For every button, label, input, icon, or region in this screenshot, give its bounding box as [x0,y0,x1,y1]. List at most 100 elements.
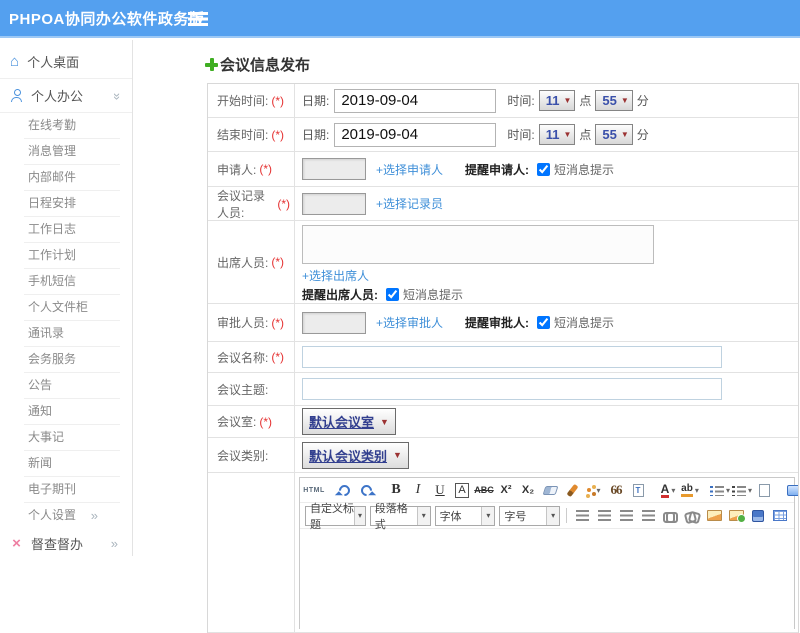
sidebar-item-supervise[interactable]: × 督查督办 » [0,529,132,557]
sms-label: 短消息提示 [554,161,614,178]
align-left-icon[interactable] [572,506,592,526]
sidebar-item-office[interactable]: 个人办公 » [0,79,132,113]
italic-icon[interactable]: I [408,480,428,500]
recorder-input[interactable] [302,193,366,215]
sidebar-subitem-5[interactable]: 工作计划 [24,243,120,269]
supervise-icon: × [10,536,23,551]
chevron-down-icon: ▼ [563,96,571,105]
hamburger-icon[interactable] [188,12,208,26]
required-mark: (*) [259,162,272,176]
required-mark: (*) [271,316,284,330]
sidebar-subitem-13[interactable]: 新闻 [24,451,120,477]
select-applicant-link[interactable]: +选择申请人 [376,161,443,178]
select-attendees-link[interactable]: +选择出席人 [302,269,369,283]
paste-plain-text-icon[interactable]: T [628,480,648,500]
form-row-meeting-subject: 会议主题: [208,373,798,406]
sidebar-item-settings[interactable]: 个人设置 » [24,503,120,529]
table-icon[interactable] [770,506,790,526]
sidebar-subitem-8[interactable]: 通讯录 [24,321,120,347]
start-date-input[interactable] [334,89,496,113]
heading-select[interactable]: 自定义标题▾ [305,506,366,526]
chevron-down-icon: ▼ [380,417,389,427]
fullscreen-icon[interactable] [784,480,798,500]
chevron-down-icon: ▾ [417,507,430,525]
date-label: 日期: [302,126,329,143]
font-color-icon[interactable]: A▾ [658,480,678,500]
start-minute-select[interactable]: 55▼ [595,90,632,111]
paragraph-format-select[interactable]: 段落格式▾ [370,506,431,526]
sidebar-subitem-10[interactable]: 公告 [24,373,120,399]
form-row-approver: 审批人员: (*) +选择审批人 提醒审批人: 短消息提示 [208,304,798,342]
sms-label: 短消息提示 [554,314,614,331]
editor-content-area[interactable] [300,529,794,629]
applicant-input[interactable] [302,158,366,180]
page-title: 会议信息发布 [220,54,310,75]
field-label: 申请人: [217,161,256,178]
attendees-sms-checkbox[interactable] [386,288,399,301]
undo-icon[interactable] [334,480,354,500]
required-mark: (*) [271,255,284,269]
unlink-icon[interactable] [682,506,702,526]
paintbrush-icon[interactable] [562,480,582,500]
end-date-input[interactable] [334,123,496,147]
sidebar-subitem-12[interactable]: 大事记 [24,425,120,451]
chevron-down-icon: ▾ [546,507,559,525]
start-hour-select[interactable]: 11▼ [539,90,576,111]
end-minute-select[interactable]: 55▼ [595,124,632,145]
sidebar-subitem-6[interactable]: 手机短信 [24,269,120,295]
subscript-icon[interactable]: X₂ [518,480,538,500]
media-icon[interactable] [748,506,768,526]
link-icon[interactable] [660,506,680,526]
redo-icon[interactable] [356,480,376,500]
sidebar-subitem-1[interactable]: 消息管理 [24,139,120,165]
sidebar-item-desktop[interactable]: ⌂ 个人桌面 [0,45,132,79]
field-label: 出席人员: [217,254,268,271]
bold-icon[interactable]: B [386,480,406,500]
image-upload-icon[interactable] [726,506,746,526]
sidebar-subitem-3[interactable]: 日程安排 [24,191,120,217]
new-document-icon[interactable] [754,480,774,500]
required-mark: (*) [271,128,284,142]
approver-sms-checkbox[interactable] [537,316,550,329]
approver-input[interactable] [302,312,366,334]
form-row-end-time: 结束时间: (*) 日期: 时间: 11▼ 点 55▼ 分 [208,118,798,152]
sidebar-subitem-14[interactable]: 电子期刊 [24,477,120,503]
end-hour-select[interactable]: 11▼ [539,124,576,145]
sidebar-subitem-9[interactable]: 会务服务 [24,347,120,373]
unordered-list-icon[interactable]: ▾ [732,480,752,500]
font-box-icon[interactable]: A [452,480,472,500]
form-row-meeting-name: 会议名称: (*) [208,342,798,373]
underline-icon[interactable]: U [430,480,450,500]
font-size-select[interactable]: 字号▾ [499,506,560,526]
highlight-color-icon[interactable]: ab▾ [680,480,700,500]
align-center-icon[interactable] [594,506,614,526]
select-recorder-link[interactable]: +选择记录员 [376,195,443,212]
sidebar-subitem-0[interactable]: 在线考勤 [24,113,120,139]
html-source-button[interactable]: HTML [304,480,324,500]
strikethrough-icon[interactable]: ABC [474,480,494,500]
field-label: 会议类别: [217,447,268,464]
remove-format-eraser-icon[interactable] [540,480,560,500]
format-painter-icon[interactable]: ▾ [584,480,604,500]
chevron-down-icon: ▾ [596,486,600,495]
image-icon[interactable] [704,506,724,526]
align-right-icon[interactable] [616,506,636,526]
meeting-room-select[interactable]: 默认会议室 ▼ [302,408,396,435]
attendees-textarea[interactable] [302,225,654,264]
sidebar-subitem-4[interactable]: 工作日志 [24,217,120,243]
sidebar-subitem-7[interactable]: 个人文件柜 [24,295,120,321]
select-approver-link[interactable]: +选择审批人 [376,314,443,331]
blockquote-icon[interactable]: 66 [606,480,626,500]
required-mark: (*) [259,415,272,429]
sidebar-subitem-2[interactable]: 内部邮件 [24,165,120,191]
sidebar-subitem-11[interactable]: 通知 [24,399,120,425]
align-justify-icon[interactable] [638,506,658,526]
font-family-select[interactable]: 字体▾ [435,506,496,526]
superscript-icon[interactable]: X² [496,480,516,500]
meeting-category-select[interactable]: 默认会议类别 ▼ [302,442,409,469]
top-header: PHPOA协同办公软件政务版 [0,0,800,38]
meeting-subject-input[interactable] [302,378,722,400]
meeting-name-input[interactable] [302,346,722,368]
applicant-sms-checkbox[interactable] [537,163,550,176]
ordered-list-icon[interactable]: ▾ [710,480,730,500]
